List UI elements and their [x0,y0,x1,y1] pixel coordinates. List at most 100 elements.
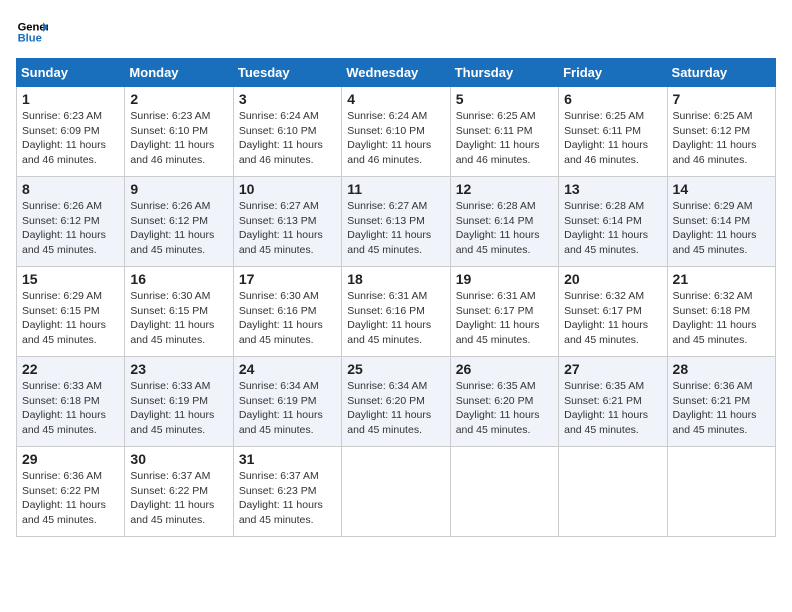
calendar-cell: 11Sunrise: 6:27 AM Sunset: 6:13 PM Dayli… [342,177,450,267]
day-info: Sunrise: 6:23 AM Sunset: 6:10 PM Dayligh… [130,109,227,168]
calendar-cell: 19Sunrise: 6:31 AM Sunset: 6:17 PM Dayli… [450,267,558,357]
calendar-cell: 18 Sunrise: 6:31 AM Sunset: 6:16 PM Dayli… [342,267,450,357]
day-number: 19 [456,271,553,287]
day-number: 13 [564,181,661,197]
calendar-cell: 15 Sunrise: 6:29 AM Sunset: 6:15 PM Dayli… [17,267,125,357]
calendar-cell: 4Sunrise: 6:24 AM Sunset: 6:10 PM Daylig… [342,87,450,177]
calendar-cell [342,447,450,537]
day-number: 14 [673,181,770,197]
day-info: Sunrise: 6:25 AM Sunset: 6:11 PM Dayligh… [456,109,553,168]
day-info: Sunrise: 6:37 AM Sunset: 6:22 PM Dayligh… [130,469,227,528]
day-info: Sunrise: 6:25 AM Sunset: 6:11 PM Dayligh… [564,109,661,168]
day-number: 2 [130,91,227,107]
calendar-cell: 25 Sunrise: 6:34 AM Sunset: 6:20 PM Dayli… [342,357,450,447]
calendar-cell: 9 Sunrise: 6:26 AM Sunset: 6:12 PM Daylig… [125,177,233,267]
day-header-thursday: Thursday [450,59,558,87]
day-info: Sunrise: 6:35 AM Sunset: 6:20 PM Dayligh… [456,379,553,438]
day-number: 17 [239,271,336,287]
day-number: 10 [239,181,336,197]
day-info: Sunrise: 6:33 AM Sunset: 6:18 PM Dayligh… [22,379,119,438]
calendar-week-row: 15 Sunrise: 6:29 AM Sunset: 6:15 PM Dayli… [17,267,776,357]
day-info: Sunrise: 6:26 AM Sunset: 6:12 PM Dayligh… [22,199,119,258]
day-info: Sunrise: 6:29 AM Sunset: 6:14 PM Dayligh… [673,199,770,258]
calendar-cell: 17 Sunrise: 6:30 AM Sunset: 6:16 PM Dayli… [233,267,341,357]
day-header-sunday: Sunday [17,59,125,87]
day-number: 6 [564,91,661,107]
calendar-week-row: 22 Sunrise: 6:33 AM Sunset: 6:18 PM Dayli… [17,357,776,447]
calendar-cell: 3 Sunrise: 6:24 AM Sunset: 6:10 PM Daylig… [233,87,341,177]
day-number: 16 [130,271,227,287]
calendar-cell: 10 Sunrise: 6:27 AM Sunset: 6:13 PM Dayli… [233,177,341,267]
day-info: Sunrise: 6:26 AM Sunset: 6:12 PM Dayligh… [130,199,227,258]
calendar-cell: 12 Sunrise: 6:28 AM Sunset: 6:14 PM Dayli… [450,177,558,267]
day-number: 27 [564,361,661,377]
calendar-cell: 13 Sunrise: 6:28 AM Sunset: 6:14 PM Dayli… [559,177,667,267]
calendar-week-row: 1Sunrise: 6:23 AM Sunset: 6:09 PM Daylig… [17,87,776,177]
calendar-cell: 8 Sunrise: 6:26 AM Sunset: 6:12 PM Daylig… [17,177,125,267]
day-info: Sunrise: 6:24 AM Sunset: 6:10 PM Dayligh… [347,109,444,168]
calendar-cell: 2 Sunrise: 6:23 AM Sunset: 6:10 PM Daylig… [125,87,233,177]
calendar-table: SundayMondayTuesdayWednesdayThursdayFrid… [16,58,776,537]
day-number: 15 [22,271,119,287]
day-number: 31 [239,451,336,467]
calendar-cell: 1Sunrise: 6:23 AM Sunset: 6:09 PM Daylig… [17,87,125,177]
calendar-cell: 21Sunrise: 6:32 AM Sunset: 6:18 PM Dayli… [667,267,775,357]
day-info: Sunrise: 6:24 AM Sunset: 6:10 PM Dayligh… [239,109,336,168]
day-info: Sunrise: 6:32 AM Sunset: 6:17 PM Dayligh… [564,289,661,348]
day-info: Sunrise: 6:27 AM Sunset: 6:13 PM Dayligh… [239,199,336,258]
logo: General Blue [16,16,48,48]
day-info: Sunrise: 6:23 AM Sunset: 6:09 PM Dayligh… [22,109,119,168]
day-info: Sunrise: 6:34 AM Sunset: 6:19 PM Dayligh… [239,379,336,438]
page-header: General Blue [16,16,776,48]
day-info: Sunrise: 6:36 AM Sunset: 6:21 PM Dayligh… [673,379,770,438]
day-number: 22 [22,361,119,377]
calendar-cell: 14 Sunrise: 6:29 AM Sunset: 6:14 PM Dayli… [667,177,775,267]
day-info: Sunrise: 6:30 AM Sunset: 6:15 PM Dayligh… [130,289,227,348]
day-info: Sunrise: 6:37 AM Sunset: 6:23 PM Dayligh… [239,469,336,528]
day-info: Sunrise: 6:35 AM Sunset: 6:21 PM Dayligh… [564,379,661,438]
calendar-week-row: 29Sunrise: 6:36 AM Sunset: 6:22 PM Dayli… [17,447,776,537]
day-number: 7 [673,91,770,107]
day-header-saturday: Saturday [667,59,775,87]
day-header-wednesday: Wednesday [342,59,450,87]
calendar-cell: 27 Sunrise: 6:35 AM Sunset: 6:21 PM Dayli… [559,357,667,447]
calendar-cell [667,447,775,537]
day-number: 9 [130,181,227,197]
calendar-cell: 20Sunrise: 6:32 AM Sunset: 6:17 PM Dayli… [559,267,667,357]
calendar-cell: 26 Sunrise: 6:35 AM Sunset: 6:20 PM Dayli… [450,357,558,447]
calendar-cell: 6 Sunrise: 6:25 AM Sunset: 6:11 PM Daylig… [559,87,667,177]
svg-text:Blue: Blue [18,33,42,45]
calendar-header-row: SundayMondayTuesdayWednesdayThursdayFrid… [17,59,776,87]
calendar-cell: 28 Sunrise: 6:36 AM Sunset: 6:21 PM Dayli… [667,357,775,447]
calendar-cell: 24 Sunrise: 6:34 AM Sunset: 6:19 PM Dayli… [233,357,341,447]
calendar-cell [450,447,558,537]
calendar-cell: 16 Sunrise: 6:30 AM Sunset: 6:15 PM Dayli… [125,267,233,357]
day-number: 12 [456,181,553,197]
logo-icon: General Blue [16,16,48,48]
day-number: 24 [239,361,336,377]
day-number: 30 [130,451,227,467]
calendar-cell: 5Sunrise: 6:25 AM Sunset: 6:11 PM Daylig… [450,87,558,177]
day-number: 26 [456,361,553,377]
day-info: Sunrise: 6:28 AM Sunset: 6:14 PM Dayligh… [564,199,661,258]
day-info: Sunrise: 6:31 AM Sunset: 6:16 PM Dayligh… [347,289,444,348]
day-info: Sunrise: 6:28 AM Sunset: 6:14 PM Dayligh… [456,199,553,258]
calendar-cell: 22 Sunrise: 6:33 AM Sunset: 6:18 PM Dayli… [17,357,125,447]
day-info: Sunrise: 6:34 AM Sunset: 6:20 PM Dayligh… [347,379,444,438]
calendar-cell: 30 Sunrise: 6:37 AM Sunset: 6:22 PM Dayli… [125,447,233,537]
day-number: 25 [347,361,444,377]
day-info: Sunrise: 6:29 AM Sunset: 6:15 PM Dayligh… [22,289,119,348]
day-number: 3 [239,91,336,107]
day-header-monday: Monday [125,59,233,87]
calendar-cell [559,447,667,537]
day-info: Sunrise: 6:27 AM Sunset: 6:13 PM Dayligh… [347,199,444,258]
calendar-cell: 29Sunrise: 6:36 AM Sunset: 6:22 PM Dayli… [17,447,125,537]
day-number: 28 [673,361,770,377]
day-info: Sunrise: 6:25 AM Sunset: 6:12 PM Dayligh… [673,109,770,168]
calendar-cell: 31 Sunrise: 6:37 AM Sunset: 6:23 PM Dayli… [233,447,341,537]
day-info: Sunrise: 6:33 AM Sunset: 6:19 PM Dayligh… [130,379,227,438]
day-info: Sunrise: 6:30 AM Sunset: 6:16 PM Dayligh… [239,289,336,348]
day-number: 8 [22,181,119,197]
day-info: Sunrise: 6:32 AM Sunset: 6:18 PM Dayligh… [673,289,770,348]
day-number: 18 [347,271,444,287]
